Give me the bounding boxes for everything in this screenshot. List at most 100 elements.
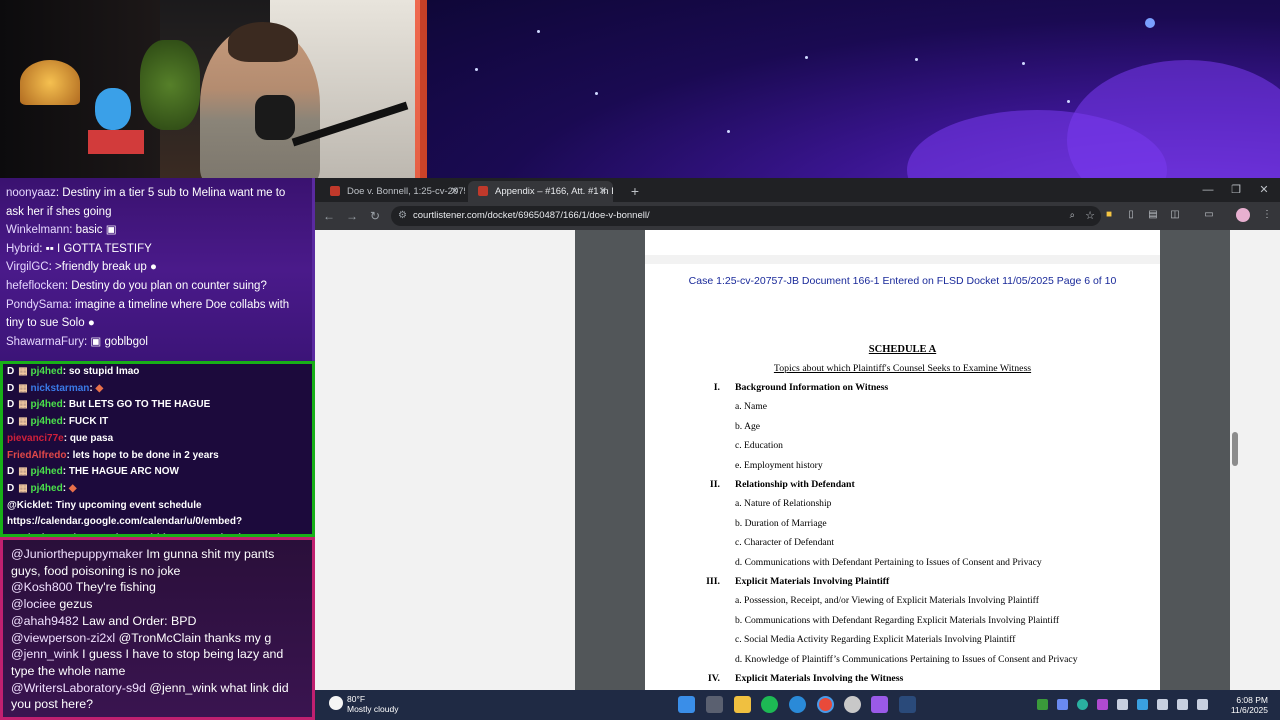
trash-icon[interactable]: ▯ [1124, 208, 1138, 222]
section-number: II. [709, 479, 720, 490]
file-explorer-icon[interactable] [734, 696, 751, 713]
chat-username: hefeflocken [6, 279, 65, 292]
section-title: Explicit Materials Involving the Witness [735, 673, 904, 684]
chat-text: Tiny upcoming event schedule [55, 499, 202, 511]
spotify-icon[interactable] [761, 696, 778, 713]
chat-text: FUCK IT [68, 416, 109, 428]
chat-panel-top: noonyaaz: Destiny im a tier 5 sub to Mel… [0, 178, 315, 361]
tray-app-icon[interactable] [1077, 699, 1088, 710]
edge-icon[interactable] [789, 696, 806, 713]
tray-app-icon[interactable] [1037, 699, 1048, 710]
pdf-previous-page [645, 230, 1160, 255]
extension-icon[interactable]: ▤ [1146, 208, 1160, 222]
start-icon[interactable] [678, 696, 695, 713]
new-tab-button[interactable]: + [625, 181, 645, 201]
folder-icon[interactable]: ■ [1102, 208, 1116, 222]
chat-message: D ▦ nickstarman: ◆ [7, 382, 104, 394]
chrome-icon[interactable] [817, 696, 834, 713]
reload-button[interactable]: ↻ [365, 206, 385, 226]
chat-message: Hybrid: ▪▪ I GOTTA TESTIFY [6, 242, 152, 255]
scrollbar-track[interactable] [1270, 230, 1280, 690]
app-icon[interactable] [871, 696, 888, 713]
chat-message: D ▦ pj4hed: But LETS GO TO THE HAGUE [7, 399, 211, 411]
tab-title: Doe v. Bonnell, 1:25-cv-20757 [347, 186, 465, 197]
chat-message: @jenn_wink I guess I have to stop being … [11, 646, 304, 679]
chat-text: They're fishing [75, 580, 156, 595]
zoom-icon[interactable]: ⌕ [1070, 206, 1075, 226]
star [1067, 100, 1070, 103]
tray-app-icon[interactable] [1097, 699, 1108, 710]
tray-app-icon[interactable] [1157, 699, 1168, 710]
chat-username: pj4hed [30, 466, 63, 478]
chat-text: so stupid lmao [68, 366, 140, 377]
chat-text: basic [75, 224, 103, 237]
sub-badge-icon: ▦ [18, 366, 31, 377]
wifi-icon[interactable] [1177, 699, 1188, 710]
scrollbar-thumb[interactable] [1232, 432, 1238, 466]
tab-appendix[interactable]: Appendix – #166, Att. #1 in Doe ✕ [468, 181, 613, 202]
split-view-icon[interactable]: ▭ [1202, 208, 1216, 222]
chat-text: I GOTTA TESTIFY [56, 242, 152, 255]
volume-icon[interactable] [1197, 699, 1208, 710]
chat-message: noonyaaz: Destiny im a tier 5 sub to Mel… [6, 187, 286, 218]
star [915, 58, 918, 61]
chat-text: Law and Order: BPD [82, 613, 197, 628]
tray-app-icon[interactable] [1117, 699, 1128, 710]
tray-app-icon[interactable] [1057, 699, 1068, 710]
chat-username: Winkelmann [6, 224, 70, 237]
lamp [20, 60, 80, 105]
sub-badge-icon: ▦ [18, 482, 31, 494]
chat-message: Winkelmann: basic ▣ [6, 224, 117, 237]
obs-icon[interactable] [844, 696, 861, 713]
section-number: I. [713, 382, 720, 393]
chat-mention: @lociee [11, 597, 56, 612]
chat-username: PondySama [6, 298, 69, 311]
clock[interactable]: 6:08 PM 11/6/2025 [1231, 695, 1268, 715]
chat-panel-bottom: @Juniorthepuppymaker Im gunna shit my pa… [0, 537, 315, 720]
section-item: d. Communications with Defendant Pertain… [735, 556, 1042, 568]
bookmark-star-icon[interactable]: ☆ [1085, 206, 1095, 226]
chat-message: D ▦ pj4hed: so stupid lmao [7, 366, 140, 377]
site-info-icon[interactable]: ⚙ [398, 206, 407, 226]
chat-mention: @WritersLaboratory-s9d [11, 680, 146, 695]
address-bar[interactable]: ⚙ courtlistener.com/docket/69650487/166/… [391, 206, 1101, 226]
chat-username: Hybrid [6, 242, 40, 255]
chat-message: ShawarmaFury: ▣ goblbgol [6, 335, 148, 348]
tray-app-icon[interactable] [1137, 699, 1148, 710]
space-background [427, 0, 1280, 178]
emote-icon: ▪▪ [45, 242, 54, 255]
chat-username: pj4hed [30, 482, 63, 494]
minimize-button[interactable]: — [1194, 178, 1222, 202]
profile-avatar[interactable] [1236, 208, 1250, 222]
tab-doe-v-bonnell[interactable]: Doe v. Bonnell, 1:25-cv-20757 ✕ [320, 181, 465, 202]
clock-date: 11/6/2025 [1230, 705, 1268, 715]
close-icon[interactable]: ✕ [599, 181, 607, 202]
chat-message: D ▦ pj4hed: FUCK IT [7, 416, 109, 428]
close-icon[interactable]: ✕ [451, 181, 459, 202]
plush-toy [95, 88, 131, 130]
section-heading: I. Background Information on Witness [705, 382, 889, 393]
chat-message: @Kicklet: Tiny upcoming event schedule [7, 499, 202, 511]
emote-icon: ◆ [68, 482, 77, 494]
maximize-button[interactable]: ❐ [1222, 178, 1250, 202]
chat-message: PondySama: imagine a timeline where Doe … [6, 298, 290, 330]
back-button[interactable]: ← [319, 206, 339, 226]
chat-message: hefeflocken: Destiny do you plan on coun… [6, 279, 267, 292]
task-view-icon[interactable] [706, 696, 723, 713]
close-window-button[interactable]: ✕ [1250, 178, 1278, 202]
screen: noonyaaz: Destiny im a tier 5 sub to Mel… [0, 0, 1280, 720]
chat-username: pj4hed [30, 366, 63, 377]
section-number: IV. [707, 673, 720, 684]
planet [1145, 18, 1155, 28]
star [595, 92, 598, 95]
chat-username: FriedAlfredo [7, 449, 67, 461]
star [805, 56, 808, 59]
chat-message: FriedAlfredo: lets hope to be done in 2 … [7, 449, 219, 461]
menu-icon[interactable]: ⋮ [1260, 208, 1274, 222]
steam-icon[interactable] [899, 696, 916, 713]
puzzle-icon[interactable]: ◫ [1168, 208, 1182, 222]
chat-mention: @jenn_wink [11, 647, 79, 662]
forward-button[interactable]: → [342, 206, 362, 226]
badge-text: D [7, 466, 15, 478]
star [1022, 62, 1025, 65]
